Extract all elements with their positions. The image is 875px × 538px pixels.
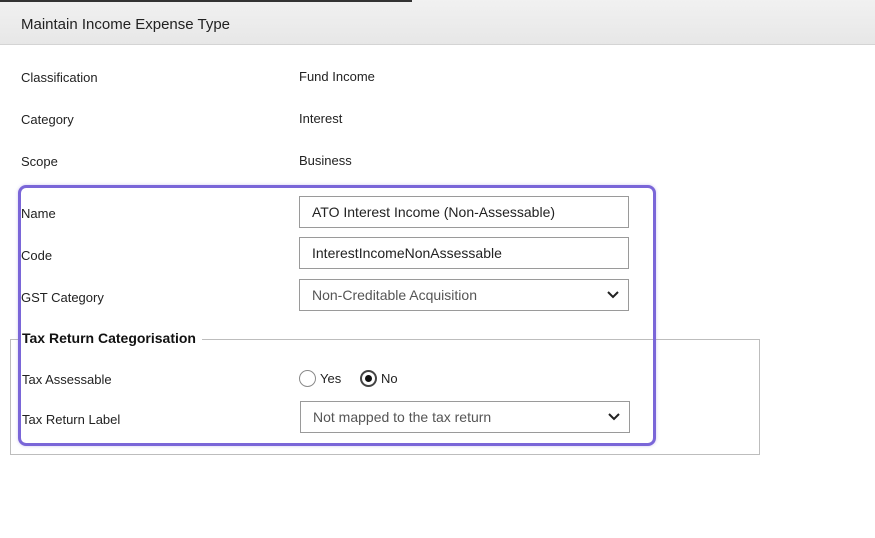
tax-assessable-yes-radio[interactable] [299, 370, 316, 387]
gst-category-value: Non-Creditable Acquisition [312, 287, 477, 303]
gst-category-label: GST Category [21, 290, 104, 305]
name-input[interactable]: ATO Interest Income (Non-Assessable) [299, 196, 629, 228]
tax-return-label-select[interactable]: Not mapped to the tax return [300, 401, 630, 433]
name-label: Name [21, 206, 56, 221]
name-input-value: ATO Interest Income (Non-Assessable) [312, 204, 556, 220]
page-title: Maintain Income Expense Type [21, 16, 231, 33]
tax-return-fieldset [10, 339, 760, 455]
chevron-down-icon [608, 413, 620, 421]
category-label: Category [21, 112, 74, 127]
tax-return-label-value: Not mapped to the tax return [313, 409, 492, 425]
top-divider [0, 0, 412, 2]
scope-value: Business [299, 153, 352, 168]
category-value: Interest [299, 111, 343, 126]
tax-assessable-no-label: No [381, 371, 398, 386]
tax-return-label-label: Tax Return Label [22, 412, 121, 427]
scope-label: Scope [21, 154, 58, 169]
gst-category-select[interactable]: Non-Creditable Acquisition [299, 279, 629, 311]
tax-assessable-yes-label: Yes [320, 371, 342, 386]
code-input-value: InterestIncomeNonAssessable [312, 245, 502, 261]
code-input[interactable]: InterestIncomeNonAssessable [299, 237, 629, 269]
classification-label: Classification [21, 70, 98, 85]
classification-value: Fund Income [299, 69, 375, 84]
tax-assessable-yes-option[interactable]: Yes [299, 370, 341, 387]
tax-assessable-no-radio[interactable] [360, 370, 377, 387]
tax-assessable-no-option[interactable]: No [360, 370, 398, 387]
code-label: Code [21, 248, 53, 263]
page-header: Maintain Income Expense Type [0, 0, 875, 45]
tax-assessable-label: Tax Assessable [22, 372, 112, 387]
tax-return-section-title: Tax Return Categorisation [18, 330, 202, 346]
chevron-down-icon [607, 291, 619, 299]
